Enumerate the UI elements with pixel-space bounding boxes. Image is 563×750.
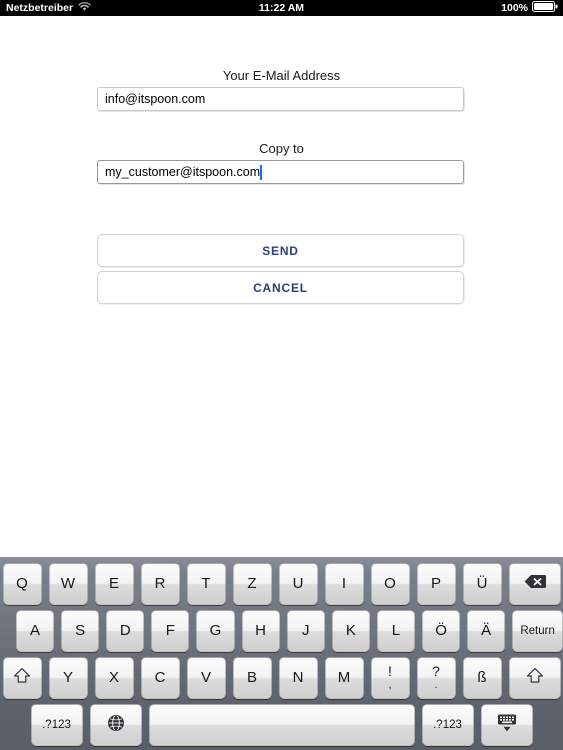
key-u[interactable]: U (278, 562, 318, 605)
battery-full-icon (532, 1, 558, 15)
status-bar-right: 100% (501, 1, 558, 15)
key-s[interactable]: S (61, 609, 100, 652)
return-key[interactable]: Return (512, 609, 563, 652)
key-q[interactable]: Q (2, 562, 42, 605)
key-i[interactable]: I (324, 562, 364, 605)
key-a[interactable]: A (16, 609, 55, 652)
key-w[interactable]: W (48, 562, 88, 605)
numeric-toggle-left-key[interactable]: .?123 (30, 703, 83, 746)
key-o[interactable]: O (370, 562, 410, 605)
copy-to-input-value: my_customer@itspoon.com (105, 165, 261, 179)
onscreen-keyboard: Q W E R T Z U I O P Ü A S D F G H J K L … (0, 557, 563, 750)
backspace-key[interactable] (508, 562, 561, 605)
globe-key[interactable] (89, 703, 142, 746)
space-key[interactable] (148, 703, 415, 746)
key-t[interactable]: T (186, 562, 226, 605)
key-g[interactable]: G (196, 609, 235, 652)
copy-to-field-label: Copy to (259, 141, 304, 156)
globe-icon (107, 714, 125, 736)
hide-keyboard-icon (495, 713, 519, 737)
key-b[interactable]: B (232, 656, 272, 699)
key-n[interactable]: N (278, 656, 318, 699)
send-button[interactable]: SEND (97, 234, 464, 267)
key-f[interactable]: F (151, 609, 190, 652)
key-j[interactable]: J (286, 609, 325, 652)
key-r[interactable]: R (140, 562, 180, 605)
key-d[interactable]: D (106, 609, 145, 652)
hide-keyboard-key[interactable] (480, 703, 533, 746)
battery-percent-label: 100% (501, 2, 528, 14)
keyboard-row-4: .?123 .?123 (0, 701, 563, 748)
key-comma-label: , (388, 679, 392, 691)
email-input[interactable]: info@itspoon.com (97, 87, 464, 111)
key-z[interactable]: Z (232, 562, 272, 605)
shift-icon (526, 667, 544, 688)
key-exclamation-label: ! (388, 663, 392, 679)
status-bar: Netzbetreiber 11:22 AM 100% (0, 0, 563, 16)
key-eszett[interactable]: ß (462, 656, 502, 699)
ipad-screen: Netzbetreiber 11:22 AM 100% Your E-Mail … (0, 0, 563, 750)
key-a-umlaut[interactable]: Ä (467, 609, 506, 652)
key-period-label: . (434, 679, 438, 691)
form-content-area: Your E-Mail Address info@itspoon.com Cop… (0, 16, 563, 557)
cancel-button[interactable]: CANCEL (97, 271, 464, 304)
key-h[interactable]: H (241, 609, 280, 652)
clock-label: 11:22 AM (258, 2, 305, 14)
shift-icon (13, 667, 31, 688)
key-y[interactable]: Y (48, 656, 88, 699)
key-question-period[interactable]: ? . (416, 656, 456, 699)
numeric-toggle-right-key[interactable]: .?123 (421, 703, 474, 746)
key-l[interactable]: L (376, 609, 415, 652)
text-cursor (260, 164, 262, 180)
key-question-label: ? (432, 663, 440, 679)
email-input-value: info@itspoon.com (105, 92, 206, 106)
key-k[interactable]: K (331, 609, 370, 652)
key-p[interactable]: P (416, 562, 456, 605)
key-c[interactable]: C (140, 656, 180, 699)
keyboard-row-3: Y X C V B N M ! , ? . ß (0, 654, 563, 701)
key-x[interactable]: X (94, 656, 134, 699)
shift-left-key[interactable] (2, 656, 42, 699)
key-o-umlaut[interactable]: Ö (421, 609, 461, 652)
email-field-label: Your E-Mail Address (222, 68, 341, 83)
key-e[interactable]: E (94, 562, 134, 605)
key-u-umlaut[interactable]: Ü (462, 562, 502, 605)
shift-right-key[interactable] (508, 656, 561, 699)
keyboard-row-1: Q W E R T Z U I O P Ü (0, 560, 563, 607)
keyboard-row-2: A S D F G H J K L Ö Ä Return (0, 607, 563, 654)
copy-to-input[interactable]: my_customer@itspoon.com (97, 160, 464, 184)
key-v[interactable]: V (186, 656, 226, 699)
key-exclamation-comma[interactable]: ! , (370, 656, 410, 699)
backspace-icon (524, 574, 546, 593)
key-m[interactable]: M (324, 656, 364, 699)
